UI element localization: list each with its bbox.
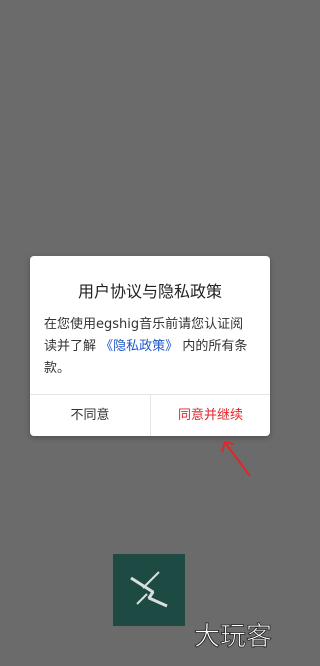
arrow-icon [221,440,251,477]
lightning-icon [130,571,168,608]
watermark-logo: 大玩客 [194,622,273,653]
privacy-policy-link[interactable]: 《隐私政策》 [100,339,178,354]
privacy-dialog: 用户协议与隐私政策 在您使用egshig音乐前请您认证阅读并了解 《隐私政策》 … [30,256,270,436]
decline-button[interactable]: 不同意 [30,395,150,436]
dialog-body: 在您使用egshig音乐前请您认证阅读并了解 《隐私政策》 内的所有条款。 [44,314,256,380]
app-logo [113,554,185,626]
watermark: 大玩客 [192,614,288,654]
watermark-text: 大玩客 [194,622,272,652]
accept-button[interactable]: 同意并继续 [151,395,270,436]
dialog-title: 用户协议与隐私政策 [77,282,222,301]
